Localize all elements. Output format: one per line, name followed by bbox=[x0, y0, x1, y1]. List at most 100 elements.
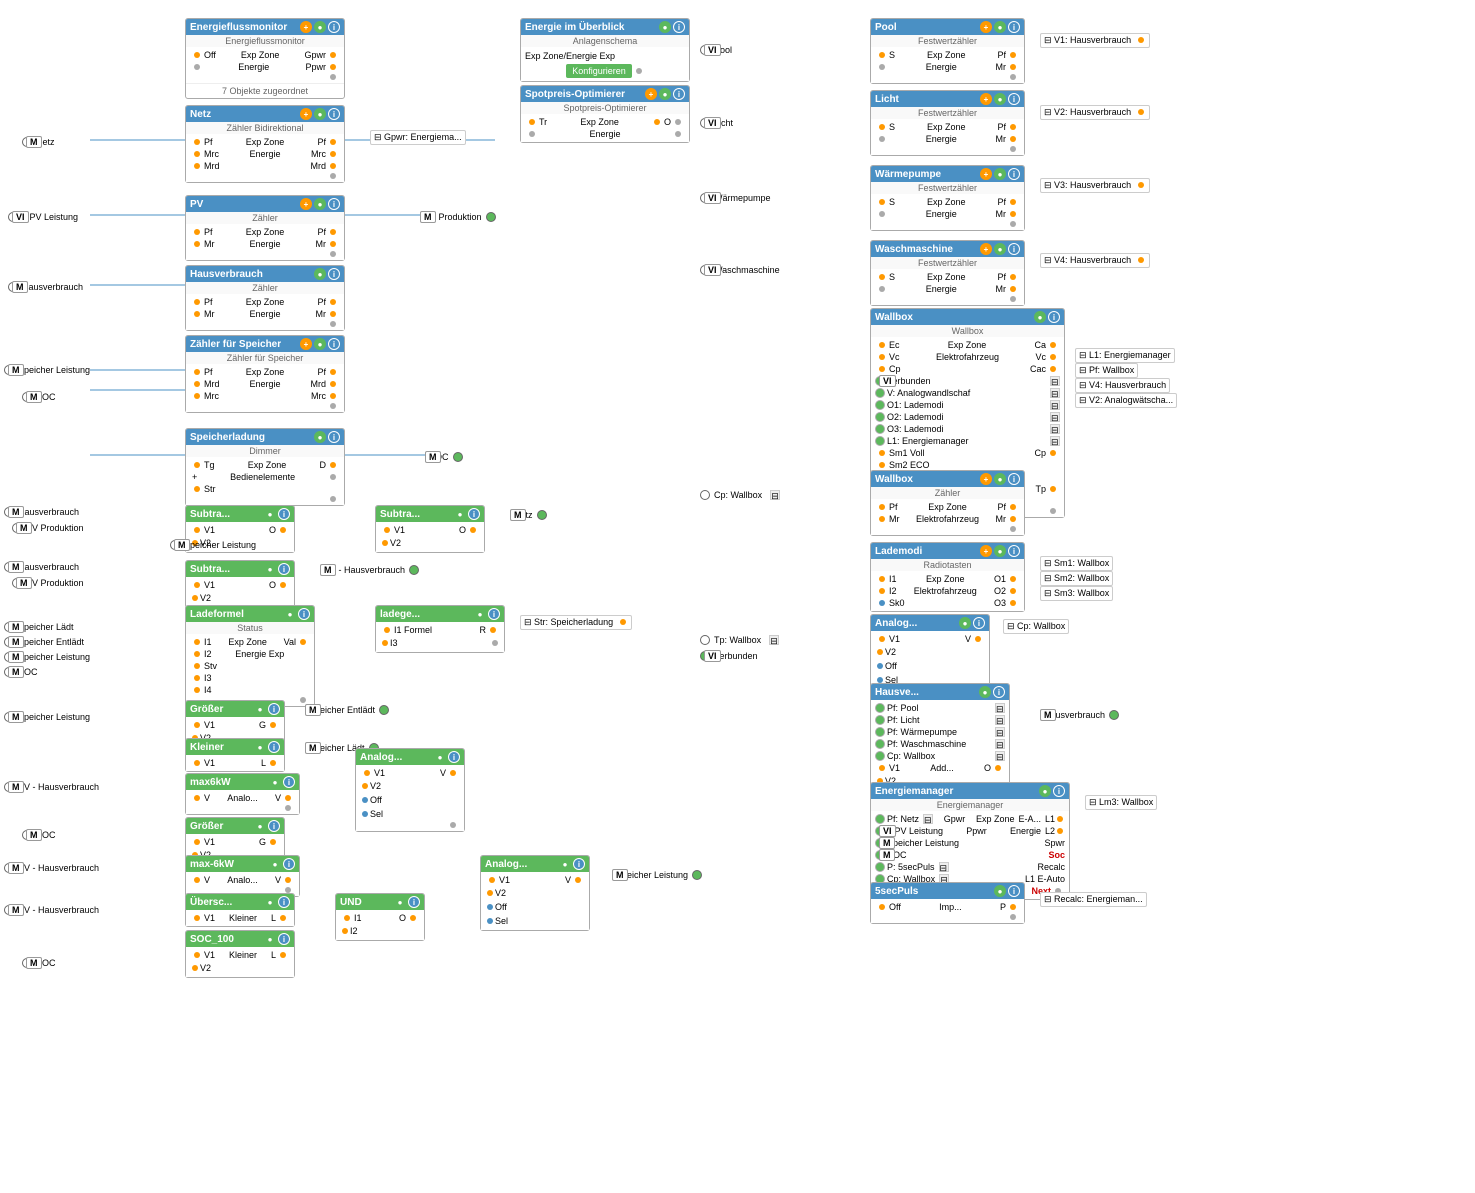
wb-o1-connector[interactable]: ⊟ bbox=[1050, 400, 1060, 410]
pool-v1-connector[interactable]: ⊟ V1: Hausverbrauch bbox=[1040, 33, 1150, 48]
netz-circle-icon[interactable]: ● bbox=[314, 108, 326, 120]
cp-wb-connector[interactable]: ⊟ bbox=[770, 490, 780, 500]
hve-wm-connector[interactable]: ⊟ bbox=[995, 739, 1005, 749]
ladege-header[interactable]: ladege... ● i bbox=[376, 606, 504, 622]
hv-circle-icon[interactable]: ● bbox=[314, 268, 326, 280]
pv-circle-icon[interactable]: ● bbox=[314, 198, 326, 210]
ladeformel-info-icon[interactable]: i bbox=[298, 608, 310, 620]
subtra2-circle-icon[interactable]: ● bbox=[454, 508, 466, 520]
energieflussmonitor-info-icon[interactable]: i bbox=[328, 21, 340, 33]
kleiner-info-icon[interactable]: i bbox=[268, 741, 280, 753]
hve-licht-connector[interactable]: ⊟ bbox=[995, 715, 1005, 725]
soc100-header[interactable]: SOC_100 ● i bbox=[186, 931, 294, 947]
wb-zaehler-header[interactable]: Wallbox + ● i bbox=[871, 471, 1024, 487]
spotpreis-plus-icon[interactable]: + bbox=[645, 88, 657, 100]
analog1-info-icon[interactable]: i bbox=[448, 751, 460, 763]
wb-v2-connector[interactable]: ⊟ V2: Analogwätscha... bbox=[1075, 393, 1177, 408]
hv-info-icon[interactable]: i bbox=[328, 268, 340, 280]
grosser2-circle-icon[interactable]: ● bbox=[254, 820, 266, 832]
hausve-header[interactable]: Hausve... ● i bbox=[871, 684, 1009, 700]
hve-wp-connector[interactable]: ⊟ bbox=[995, 727, 1005, 737]
wp-info-icon[interactable]: i bbox=[1008, 168, 1020, 180]
ladeformel-circle-icon[interactable]: ● bbox=[284, 608, 296, 620]
fsp-recalc-connector[interactable]: ⊟ Recalc: Energieman... bbox=[1040, 892, 1147, 907]
waschmaschine-header[interactable]: Waschmaschine + ● i bbox=[871, 241, 1024, 257]
ladege-circle-icon[interactable]: ● bbox=[474, 608, 486, 620]
wbz-info-icon[interactable]: i bbox=[1008, 473, 1020, 485]
em-5sec-connector[interactable]: ⊟ bbox=[939, 862, 949, 872]
ubersc-header[interactable]: Übersc... ● i bbox=[186, 894, 294, 910]
awb-circle-icon[interactable]: ● bbox=[959, 617, 971, 629]
fivesecpuls-header[interactable]: 5secPuls ● i bbox=[871, 883, 1024, 899]
wb-dev-info-icon[interactable]: i bbox=[1048, 311, 1060, 323]
lademodi-header[interactable]: Lademodi + ● i bbox=[871, 543, 1024, 559]
wb-dev-circle-icon[interactable]: ● bbox=[1034, 311, 1046, 323]
pool-info-icon[interactable]: i bbox=[1008, 21, 1020, 33]
konfigurieren-button[interactable]: Konfigurieren bbox=[566, 64, 632, 78]
netz-info-icon[interactable]: i bbox=[328, 108, 340, 120]
analog1-circle-icon[interactable]: ● bbox=[434, 751, 446, 763]
speicherladung-header[interactable]: Speicherladung ● i bbox=[186, 429, 344, 445]
wbz-circle-icon[interactable]: ● bbox=[994, 473, 1006, 485]
netz-plus-icon[interactable]: + bbox=[300, 108, 312, 120]
speicherladung-circle-icon[interactable]: ● bbox=[314, 431, 326, 443]
max6kw1-info-icon[interactable]: i bbox=[283, 776, 295, 788]
wm-plus-icon[interactable]: + bbox=[980, 243, 992, 255]
lm-sm2-connector[interactable]: ⊟ Sm2: Wallbox bbox=[1040, 571, 1113, 586]
spotpreis-header[interactable]: Spotpreis-Optimierer + ● i bbox=[521, 86, 689, 102]
ubersc-circle-icon[interactable]: ● bbox=[264, 896, 276, 908]
wm-info-icon[interactable]: i bbox=[1008, 243, 1020, 255]
wb-l1-connector[interactable]: ⊟ bbox=[1050, 436, 1060, 446]
wb-o3-connector[interactable]: ⊟ bbox=[1050, 424, 1060, 434]
pool-circle-icon[interactable]: ● bbox=[994, 21, 1006, 33]
wm-circle-icon[interactable]: ● bbox=[994, 243, 1006, 255]
grosser1-circle-icon[interactable]: ● bbox=[254, 703, 266, 715]
grosser1-info-icon[interactable]: i bbox=[268, 703, 280, 715]
grosser1-header[interactable]: Größer ● i bbox=[186, 701, 284, 717]
subtra3-header[interactable]: Subtra... ● i bbox=[186, 561, 294, 577]
speicher-zaehler-header[interactable]: Zähler für Speicher + ● i bbox=[186, 336, 344, 352]
analog2-header[interactable]: Analog... ● i bbox=[481, 856, 589, 872]
wb-o2-connector[interactable]: ⊟ bbox=[1050, 412, 1060, 422]
sz-circle-icon[interactable]: ● bbox=[314, 338, 326, 350]
energiemanager-header[interactable]: Energiemanager ● i bbox=[871, 783, 1069, 799]
licht-v2-connector[interactable]: ⊟ V2: Hausverbrauch bbox=[1040, 105, 1150, 120]
awb-info-icon[interactable]: i bbox=[973, 617, 985, 629]
em-circle-icon[interactable]: ● bbox=[1039, 785, 1051, 797]
em-lm3-connector[interactable]: ⊟ Lm3: Wallbox bbox=[1085, 795, 1157, 810]
max6kw2-header[interactable]: max-6kW ● i bbox=[186, 856, 299, 872]
subtra1-circle-icon[interactable]: ● bbox=[264, 508, 276, 520]
wp-v3-connector[interactable]: ⊟ V3: Hausverbrauch bbox=[1040, 178, 1150, 193]
licht-header[interactable]: Licht + ● i bbox=[871, 91, 1024, 107]
und-header[interactable]: UND ● i bbox=[336, 894, 424, 910]
wallbox-device-header[interactable]: Wallbox ● i bbox=[871, 309, 1064, 325]
analog2-circle-icon[interactable]: ● bbox=[559, 858, 571, 870]
pv-info-icon[interactable]: i bbox=[328, 198, 340, 210]
energieflussmonitor-circle-icon[interactable]: ● bbox=[314, 21, 326, 33]
pv-plus-icon[interactable]: + bbox=[300, 198, 312, 210]
licht-plus-icon[interactable]: + bbox=[980, 93, 992, 105]
analog1-header[interactable]: Analog... ● i bbox=[356, 749, 464, 765]
max6kw1-header[interactable]: max6kW ● i bbox=[186, 774, 299, 790]
soc100-info-icon[interactable]: i bbox=[278, 933, 290, 945]
sz-plus-icon[interactable]: + bbox=[300, 338, 312, 350]
licht-circle-icon[interactable]: ● bbox=[994, 93, 1006, 105]
em-info-icon[interactable]: i bbox=[1053, 785, 1065, 797]
subtra3-circle-icon[interactable]: ● bbox=[264, 563, 276, 575]
hve-info-icon[interactable]: i bbox=[993, 686, 1005, 698]
ladeformel-header[interactable]: Ladeformel ● i bbox=[186, 606, 314, 622]
grosser2-header[interactable]: Größer ● i bbox=[186, 818, 284, 834]
ladege-info-icon[interactable]: i bbox=[488, 608, 500, 620]
pv-header[interactable]: PV + ● i bbox=[186, 196, 344, 212]
spotpreis-circle-icon[interactable]: ● bbox=[659, 88, 671, 100]
wb-verbunden-connector[interactable]: ⊟ bbox=[1050, 376, 1060, 386]
ubersc-info-icon[interactable]: i bbox=[278, 896, 290, 908]
hve-circle-icon[interactable]: ● bbox=[979, 686, 991, 698]
lm-sm3-connector[interactable]: ⊟ Sm3: Wallbox bbox=[1040, 586, 1113, 601]
wm-v4-connector[interactable]: ⊟ V4: Hausverbrauch bbox=[1040, 253, 1150, 268]
lm-circle-icon[interactable]: ● bbox=[994, 545, 1006, 557]
hve-pool-connector[interactable]: ⊟ bbox=[995, 703, 1005, 713]
wb-analog-connector[interactable]: ⊟ bbox=[1050, 388, 1060, 398]
licht-info-icon[interactable]: i bbox=[1008, 93, 1020, 105]
soc100-circle-icon[interactable]: ● bbox=[264, 933, 276, 945]
